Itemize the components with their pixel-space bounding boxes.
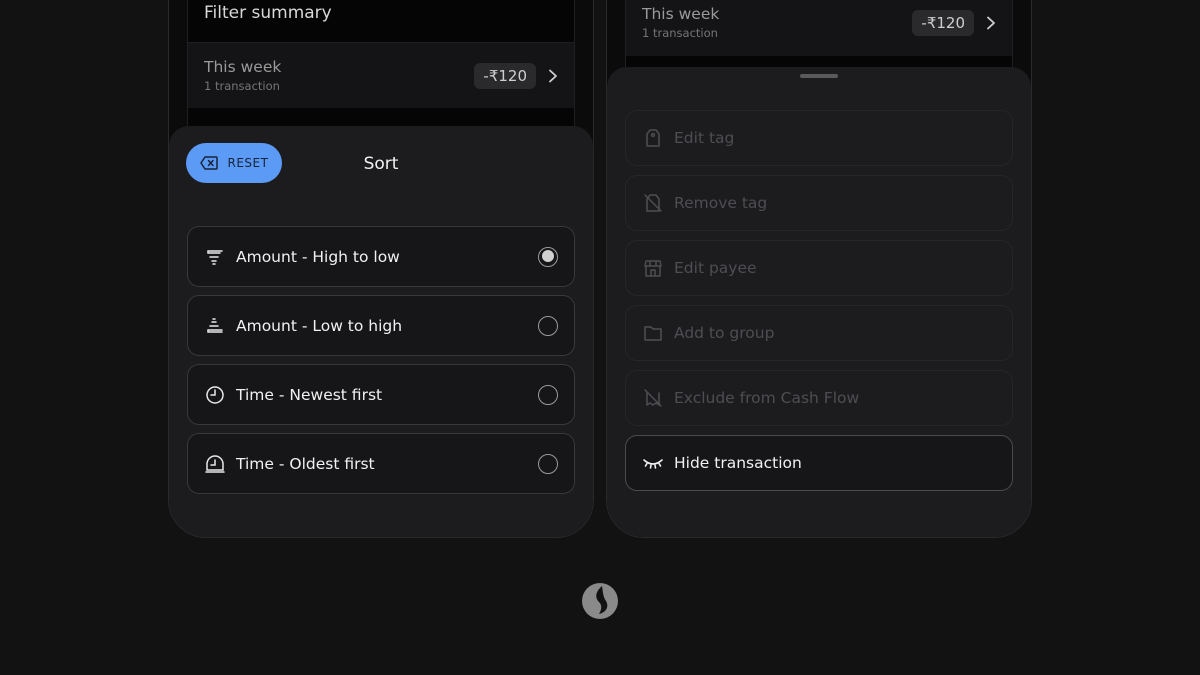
week-summary-right: -₹120 xyxy=(474,62,558,89)
action-label: Edit payee xyxy=(674,259,757,277)
sort-title: Sort xyxy=(363,154,399,174)
action-remove-tag[interactable]: Remove tag xyxy=(625,175,1013,231)
filter-summary-panel: Filter summary This week 1 transaction -… xyxy=(187,0,575,141)
exclude-icon xyxy=(642,387,664,409)
week-subtitle: 1 transaction xyxy=(204,79,280,93)
week-title: This week xyxy=(642,5,720,23)
sort-sheet: RESET Sort Amount - High to low Amount -… xyxy=(169,126,593,537)
clock-history-icon xyxy=(204,453,226,475)
store-icon xyxy=(642,257,664,279)
action-add-to-group[interactable]: Add to group xyxy=(625,305,1013,361)
week-subtitle: 1 transaction xyxy=(642,26,718,40)
radio-unselected[interactable] xyxy=(538,453,558,474)
sort-option-label: Amount - High to low xyxy=(236,247,400,266)
radio-unselected[interactable] xyxy=(538,315,558,336)
tag-icon xyxy=(642,127,664,149)
filter-summary-title: Filter summary xyxy=(188,0,574,43)
clock-icon xyxy=(204,384,226,406)
right-phone-screen: This week 1 transaction -₹120 Edit tag R… xyxy=(606,0,1032,538)
sort-option-time-newest-first[interactable]: Time - Newest first xyxy=(187,364,575,425)
amount-chip: -₹120 xyxy=(912,9,974,36)
week-summary-text: This week 1 transaction xyxy=(204,58,281,93)
sort-options-list: Amount - High to low Amount - Low to hig… xyxy=(187,226,575,502)
action-hide-transaction[interactable]: Hide transaction xyxy=(625,435,1013,491)
action-label: Hide transaction xyxy=(674,454,802,472)
amount-chip: -₹120 xyxy=(474,62,536,89)
sort-option-label: Amount - Low to high xyxy=(236,316,403,335)
radio-unselected[interactable] xyxy=(538,384,558,405)
sort-option-label: Time - Oldest first xyxy=(236,454,375,473)
sort-option-time-oldest-first[interactable]: Time - Oldest first xyxy=(187,433,575,494)
action-label: Remove tag xyxy=(674,194,768,212)
drag-handle[interactable] xyxy=(800,74,838,78)
actions-list: Edit tag Remove tag Edit payee Add to gr… xyxy=(625,110,1013,500)
week-summary-row[interactable]: This week 1 transaction -₹120 xyxy=(626,0,1012,56)
brand-logo-icon xyxy=(582,583,618,619)
action-label: Edit tag xyxy=(674,129,735,147)
action-exclude-from-cash-flow[interactable]: Exclude from Cash Flow xyxy=(625,370,1013,426)
transaction-actions-sheet: Edit tag Remove tag Edit payee Add to gr… xyxy=(607,67,1031,537)
sort-option-amount-low-to-high[interactable]: Amount - Low to high xyxy=(187,295,575,356)
chevron-right-icon xyxy=(987,16,995,29)
chevron-right-icon xyxy=(549,69,557,82)
action-label: Add to group xyxy=(674,324,775,342)
sort-option-label: Time - Newest first xyxy=(236,385,383,404)
week-summary-right: -₹120 xyxy=(912,9,996,36)
radio-selected[interactable] xyxy=(538,246,558,267)
week-title: This week xyxy=(204,58,282,76)
week-summary-text: This week 1 transaction xyxy=(642,5,719,40)
sort-ascending-icon xyxy=(204,315,226,337)
action-edit-tag[interactable]: Edit tag xyxy=(625,110,1013,166)
tag-off-icon xyxy=(642,192,664,214)
eye-closed-icon xyxy=(642,452,664,474)
left-phone-screen: Filter summary This week 1 transaction -… xyxy=(168,0,594,538)
action-label: Exclude from Cash Flow xyxy=(674,389,860,407)
sort-option-amount-high-to-low[interactable]: Amount - High to low xyxy=(187,226,575,287)
action-edit-payee[interactable]: Edit payee xyxy=(625,240,1013,296)
transaction-summary-panel: This week 1 transaction -₹120 xyxy=(625,0,1013,71)
sort-descending-icon xyxy=(204,246,226,268)
week-summary-row[interactable]: This week 1 transaction -₹120 xyxy=(188,43,574,108)
folder-icon xyxy=(642,322,664,344)
